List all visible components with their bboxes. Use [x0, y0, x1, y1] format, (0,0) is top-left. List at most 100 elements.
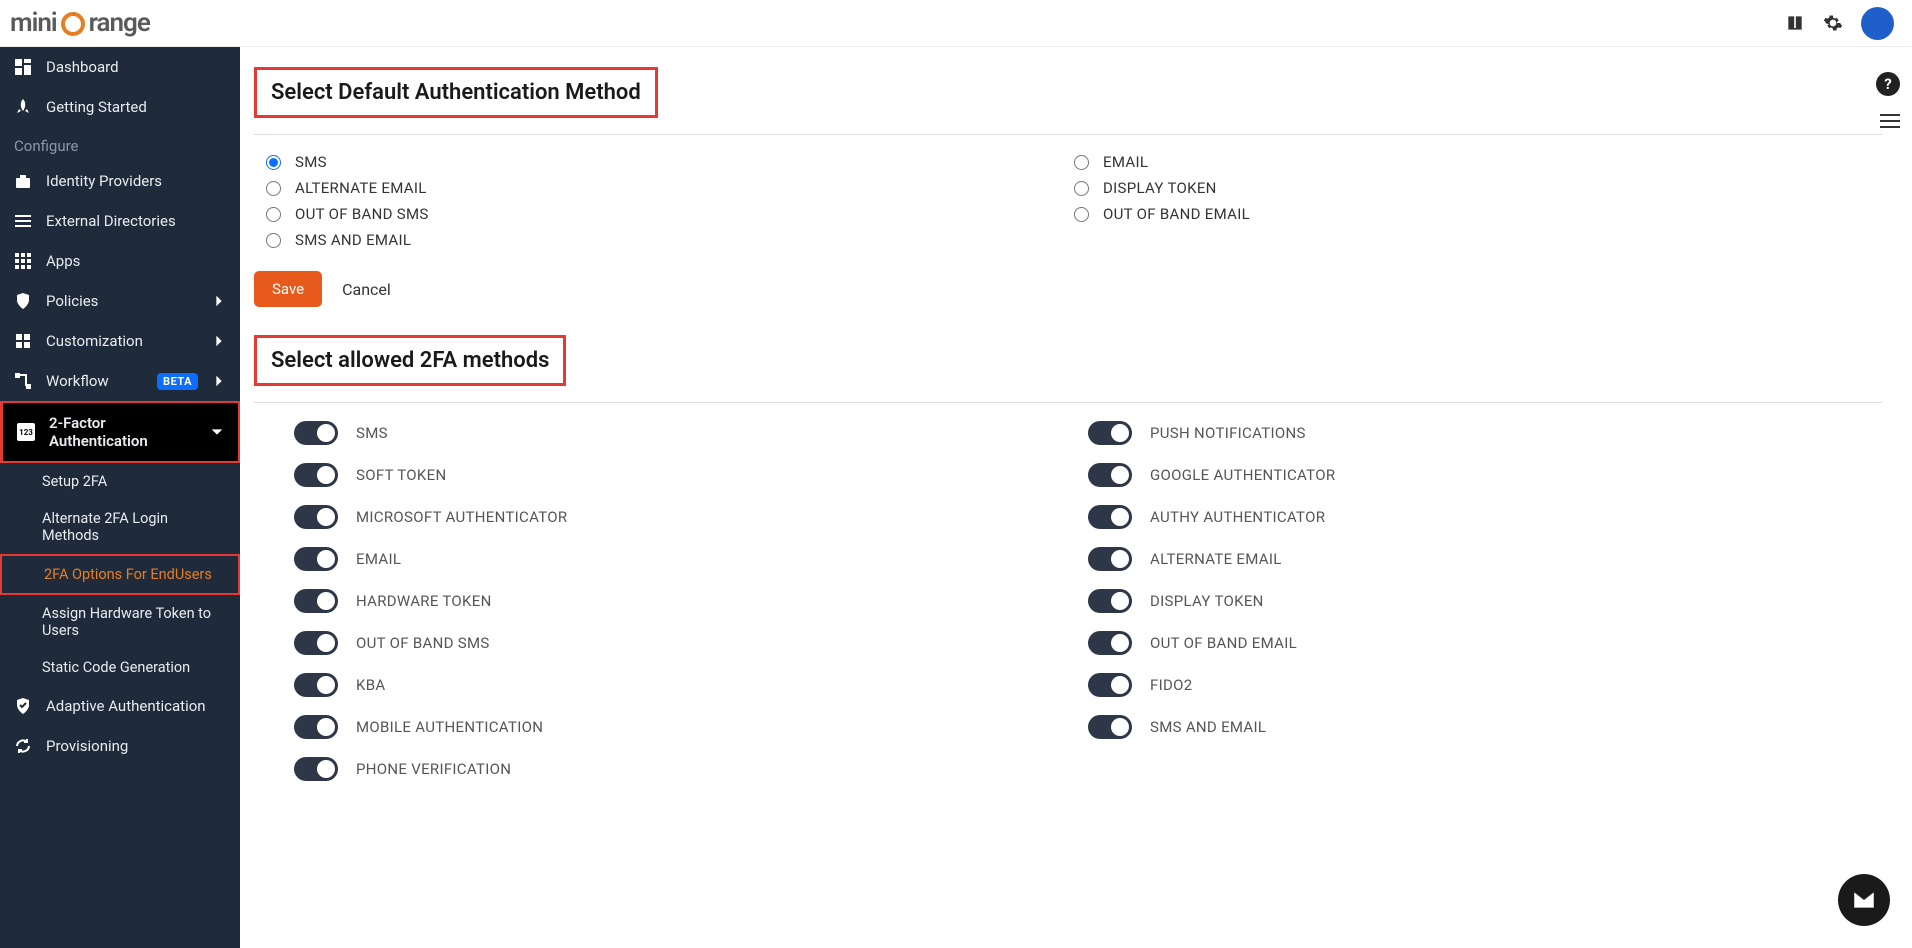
sidebar-item-dashboard[interactable]: Dashboard — [0, 47, 240, 87]
radio-option[interactable]: SMS AND EMAIL — [266, 231, 1074, 249]
radio-input[interactable] — [266, 207, 281, 222]
radio-label: SMS AND EMAIL — [295, 231, 411, 249]
brand-logo[interactable]: mini range — [10, 8, 150, 38]
sidebar-item-customization[interactable]: Customization — [0, 321, 240, 361]
divider — [254, 402, 1882, 403]
toggle-switch[interactable] — [294, 421, 338, 445]
beta-badge: BETA — [157, 373, 198, 390]
radio-label: OUT OF BAND SMS — [295, 205, 429, 223]
sidebar-item-workflow[interactable]: Workflow BETA — [0, 361, 240, 401]
help-button[interactable]: ? — [1876, 72, 1900, 96]
toggle-switch[interactable] — [1088, 463, 1132, 487]
sidebar-item-apps[interactable]: Apps — [0, 241, 240, 281]
sidebar-item-adaptive-auth[interactable]: Adaptive Authentication — [0, 686, 240, 726]
toggle-switch[interactable] — [1088, 547, 1132, 571]
toggle-switch[interactable] — [1088, 421, 1132, 445]
sidebar-item-2fa[interactable]: 123 2-Factor Authentication — [0, 401, 240, 463]
radio-input[interactable] — [1074, 207, 1089, 222]
top-header: mini range — [0, 0, 1912, 47]
toggle-label: SMS AND EMAIL — [1150, 718, 1266, 736]
toggle-row: EMAIL — [294, 547, 1088, 571]
avatar[interactable] — [1861, 7, 1894, 40]
radio-input[interactable] — [1074, 181, 1089, 196]
sidebar-item-label: 2-Factor Authentication — [49, 414, 196, 450]
toggle-row: SMS AND EMAIL — [1088, 715, 1882, 739]
radio-col-right: EMAIL DISPLAY TOKEN OUT OF BAND EMAIL — [1074, 153, 1882, 249]
check-shield-icon — [14, 697, 32, 715]
sidebar-item-external-dirs[interactable]: External Directories — [0, 201, 240, 241]
radio-col-left: SMS ALTERNATE EMAIL OUT OF BAND SMS SMS AND… — [266, 153, 1074, 249]
toggle-label: SOFT TOKEN — [356, 466, 446, 484]
toggle-label: DISPLAY TOKEN — [1150, 592, 1264, 610]
sidebar-sub-alt-login[interactable]: Alternate 2FA Login Methods — [0, 500, 240, 554]
toggle-row: PUSH NOTIFICATIONS — [1088, 421, 1882, 445]
toggle-switch[interactable] — [1088, 715, 1132, 739]
toggle-switch[interactable] — [294, 715, 338, 739]
toggle-switch[interactable] — [1088, 631, 1132, 655]
toggle-switch[interactable] — [1088, 589, 1132, 613]
main-content: Select Default Authentication Method SMS… — [240, 47, 1912, 948]
2fa-icon: 123 — [17, 423, 35, 441]
radio-input[interactable] — [266, 181, 281, 196]
toggle-label: FIDO2 — [1150, 676, 1192, 694]
sidebar-item-label: Customization — [46, 332, 198, 350]
toggle-row: AUTHY AUTHENTICATOR — [1088, 505, 1882, 529]
heading-default-auth: Select Default Authentication Method — [254, 67, 658, 118]
toggle-switch[interactable] — [294, 589, 338, 613]
toggle-switch[interactable] — [1088, 505, 1132, 529]
toggle-switch[interactable] — [294, 547, 338, 571]
flow-icon — [14, 372, 32, 390]
radio-auth-method-group: SMS ALTERNATE EMAIL OUT OF BAND SMS SMS AND… — [254, 153, 1882, 249]
toggle-switch[interactable] — [294, 631, 338, 655]
radio-option[interactable]: OUT OF BAND SMS — [266, 205, 1074, 223]
radio-option[interactable]: OUT OF BAND EMAIL — [1074, 205, 1882, 223]
sidebar-item-policies[interactable]: Policies — [0, 281, 240, 321]
sidebar-item-label: Getting Started — [46, 98, 226, 116]
hamburger-icon[interactable] — [1880, 110, 1900, 132]
chat-fab[interactable] — [1838, 874, 1890, 926]
sidebar-sub-setup2fa[interactable]: Setup 2FA — [0, 463, 240, 500]
sidebar-sub-hardware-token[interactable]: Assign Hardware Token to Users — [0, 595, 240, 649]
radio-input[interactable] — [266, 155, 281, 170]
cycle-icon — [14, 737, 32, 755]
toggle-switch[interactable] — [1088, 673, 1132, 697]
heading-allowed-2fa: Select allowed 2FA methods — [254, 335, 566, 386]
toggle-switch[interactable] — [294, 505, 338, 529]
sidebar-item-label: Identity Providers — [46, 172, 226, 190]
toggle-row: KBA — [294, 673, 1088, 697]
sidebar-item-idp[interactable]: Identity Providers — [0, 161, 240, 201]
radio-input[interactable] — [1074, 155, 1089, 170]
radio-option[interactable]: EMAIL — [1074, 153, 1882, 171]
toggle-switch[interactable] — [294, 673, 338, 697]
chevron-right-icon — [212, 334, 226, 348]
toggle-label: SMS — [356, 424, 388, 442]
radio-option[interactable]: DISPLAY TOKEN — [1074, 179, 1882, 197]
toggle-col-left: SMS SOFT TOKEN MICROSOFT AUTHENTICATOR EMAI… — [294, 421, 1088, 781]
list-icon — [14, 212, 32, 230]
chevron-right-icon — [212, 374, 226, 388]
radio-input[interactable] — [266, 233, 281, 248]
gear-icon[interactable] — [1823, 13, 1843, 33]
mail-icon — [1851, 887, 1877, 913]
radio-option[interactable]: ALTERNATE EMAIL — [266, 179, 1074, 197]
cancel-button[interactable]: Cancel — [342, 280, 391, 299]
puzzle-icon — [14, 332, 32, 350]
toggle-2fa-group: SMS SOFT TOKEN MICROSOFT AUTHENTICATOR EMAI… — [254, 421, 1882, 781]
save-button[interactable]: Save — [254, 271, 322, 307]
guide-icon[interactable] — [1785, 13, 1805, 33]
radio-option[interactable]: SMS — [266, 153, 1074, 171]
toggle-label: OUT OF BAND SMS — [356, 634, 490, 652]
dashboard-icon — [14, 58, 32, 76]
toggle-switch[interactable] — [294, 757, 338, 781]
sidebar-item-label: Policies — [46, 292, 198, 310]
toggle-label: MOBILE AUTHENTICATION — [356, 718, 543, 736]
sidebar-item-provisioning[interactable]: Provisioning — [0, 726, 240, 766]
sidebar-sub-static-code[interactable]: Static Code Generation — [0, 649, 240, 686]
toggle-switch[interactable] — [294, 463, 338, 487]
toggle-row: HARDWARE TOKEN — [294, 589, 1088, 613]
toggle-row: FIDO2 — [1088, 673, 1882, 697]
toggle-label: MICROSOFT AUTHENTICATOR — [356, 508, 567, 526]
sidebar-sub-2fa-endusers[interactable]: 2FA Options For EndUsers — [0, 554, 240, 595]
sidebar-item-getting-started[interactable]: Getting Started — [0, 87, 240, 127]
toggle-row: MOBILE AUTHENTICATION — [294, 715, 1088, 739]
